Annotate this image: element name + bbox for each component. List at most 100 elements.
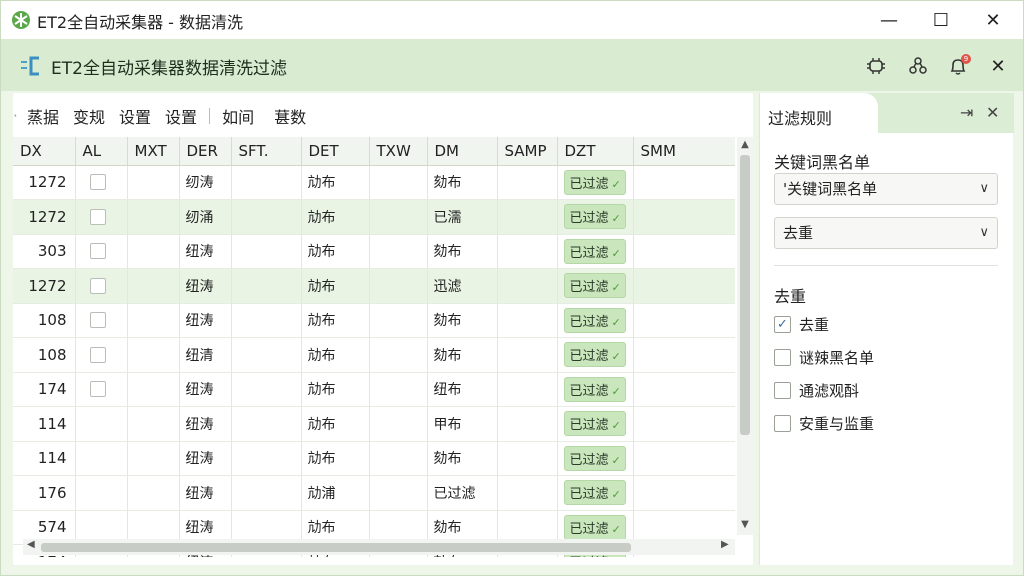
blacklist-select[interactable]: '关键词黑名单 ∨ [774, 173, 998, 205]
network-button[interactable] [905, 53, 931, 79]
scroll-down-icon[interactable]: ▼ [737, 519, 753, 530]
checkbox[interactable] [774, 382, 791, 399]
cell-samp [497, 406, 558, 442]
scroll-right-icon[interactable]: ▶ [721, 539, 729, 550]
pin-icon[interactable]: ⇥ [960, 103, 973, 122]
table-row[interactable]: 1272 纫涛 劥布 劾布 已过滤 ✓ [13, 165, 735, 200]
table-row[interactable]: 174 纽涛 劥布 纽布 已过滤 ✓ [13, 372, 735, 407]
dedupe-select[interactable]: 去重 ∨ [774, 217, 998, 249]
filter-panel-tab[interactable]: 过滤规则 [760, 93, 878, 133]
cell-sft [231, 165, 302, 200]
cell-det: 劥布 [301, 337, 370, 373]
row-checkbox[interactable] [89, 208, 106, 225]
scroll-left-icon[interactable]: ◀ [27, 539, 35, 550]
checkbox[interactable]: ✓ [774, 316, 791, 333]
checkbox-row-filter[interactable]: 通滤观酙 [774, 380, 859, 401]
table-row[interactable]: 1272 纽涛 劥布 迅滤 已过滤 ✓ [13, 268, 735, 304]
checkbox[interactable] [774, 349, 791, 366]
dedupe-section-label: 去重 [774, 287, 807, 306]
minimize-button[interactable]: — [863, 1, 915, 39]
column-header-det[interactable]: DET [301, 137, 370, 166]
checkbox-row-blacklist[interactable]: 谜辣黑名单 [774, 347, 874, 368]
column-header-dm[interactable]: DM [427, 137, 498, 166]
cell-det: 劥布 [301, 441, 370, 476]
check-icon: ✓ [611, 281, 621, 295]
row-checkbox[interactable] [89, 174, 106, 191]
menu-item-settings-2[interactable]: 设置 [165, 104, 197, 128]
cell-dzt: 已过滤✓ [557, 268, 634, 304]
column-header-sft[interactable]: SFT. [231, 137, 302, 166]
status-badge-label: 已过滤 [569, 211, 609, 227]
table-row[interactable]: 108 纽涛 劥布 劾布 已过滤 ✓ [13, 303, 735, 338]
column-header-samp[interactable]: SAMP [497, 137, 558, 166]
cell-der: 纫涌 [179, 199, 232, 235]
menu-item-data[interactable]: 蒸据 [27, 104, 59, 128]
notification-badge: 9 [961, 54, 971, 64]
table-row[interactable]: 1272 纫涌 劥布 已濡 已过滤 ✓ [13, 199, 735, 235]
column-header-al[interactable]: AL [75, 137, 128, 166]
status-badge-label: 已过滤 [569, 280, 609, 296]
title-bar: ET2全自动采集器 - 数据清洗 — ☐ ✕ [1, 1, 1023, 39]
cell-dx: 303 [13, 234, 76, 269]
checkbox-row-dedupe[interactable]: ✓ 去重 [774, 314, 829, 335]
status-badge: 已过滤✓ [563, 514, 626, 540]
checkbox-row-safe[interactable]: 安重与监重 [774, 413, 874, 434]
column-header-der[interactable]: DER [179, 137, 232, 166]
menu-item-rules[interactable]: 变规 [73, 104, 105, 128]
panel-close-icon[interactable]: ✕ [986, 103, 999, 122]
cell-samp [497, 475, 558, 511]
vertical-scrollbar[interactable]: ▲ ▼ [737, 137, 753, 535]
table-row[interactable]: 176 纽涛 劥浦 已过滤 已过滤 ✓ [13, 475, 735, 511]
cell-dzt: 已过滤✓ [557, 234, 634, 269]
notifications-button[interactable]: 9 [945, 53, 971, 79]
cell-dm: 劾布 [427, 234, 498, 269]
cell-der: 纽涛 [179, 372, 232, 407]
chip-settings-button[interactable] [863, 53, 889, 79]
column-header-txw[interactable]: TXW [369, 137, 428, 166]
cell-smm [633, 199, 735, 235]
cell-dx: 1272 [13, 199, 76, 235]
menu-dot: · [13, 107, 18, 125]
status-badge-label: 已过滤 [569, 245, 609, 261]
cell-der: 纫涛 [179, 165, 232, 200]
header-close-button[interactable]: ✕ [985, 53, 1011, 79]
row-checkbox[interactable] [89, 312, 106, 329]
horizontal-scrollbar[interactable]: ◀ ▶ [23, 539, 735, 555]
scroll-up-icon[interactable]: ▲ [737, 139, 753, 150]
row-checkbox[interactable] [89, 381, 106, 398]
cell-mxt [127, 441, 180, 476]
horizontal-scroll-thumb[interactable] [41, 543, 631, 552]
cell-der: 纽涛 [179, 441, 232, 476]
cell-dx: 114 [13, 441, 76, 476]
row-checkbox[interactable] [89, 243, 106, 260]
status-badge-label: 已过滤 [569, 487, 609, 503]
column-header-dx[interactable]: DX [13, 137, 76, 166]
row-checkbox[interactable] [89, 346, 106, 363]
maximize-button[interactable]: ☐ [915, 1, 967, 39]
cell-al [75, 268, 128, 304]
menu-item-settings[interactable]: 设置 [119, 104, 151, 128]
vertical-scroll-thumb[interactable] [740, 155, 750, 435]
table-row[interactable]: 108 纽清 劥布 劾布 已过滤 ✓ [13, 337, 735, 373]
checkbox[interactable] [774, 415, 791, 432]
table-row[interactable]: 114 纽涛 劥布 劾布 已过滤 ✓ [13, 441, 735, 476]
cell-dm: 已过滤 [427, 475, 498, 511]
menu-item-params[interactable]: 葚数 [274, 104, 306, 128]
table-row[interactable]: 114 纽涛 劥布 甲布 已过滤 ✓ [13, 406, 735, 442]
column-header-dzt[interactable]: DZT [557, 137, 634, 166]
cell-al [75, 234, 128, 269]
row-checkbox[interactable] [89, 277, 106, 294]
status-badge: 已过滤✓ [563, 445, 626, 471]
cell-der: 纽涛 [179, 268, 232, 304]
table-row[interactable]: 303 纽涛 劥布 劾布 已过滤 ✓ [13, 234, 735, 269]
cell-txw [369, 199, 428, 235]
status-badge: 已过滤✓ [563, 342, 626, 368]
close-window-button[interactable]: ✕ [967, 1, 1019, 39]
cell-samp [497, 268, 558, 304]
column-header-smm[interactable]: SMM [633, 137, 735, 166]
status-badge: 已过滤✓ [563, 307, 626, 333]
menu-item-how[interactable]: 如间 [222, 104, 254, 128]
cell-sft [231, 475, 302, 511]
column-header-mxt[interactable]: MXT [127, 137, 180, 166]
cell-mxt [127, 165, 180, 200]
